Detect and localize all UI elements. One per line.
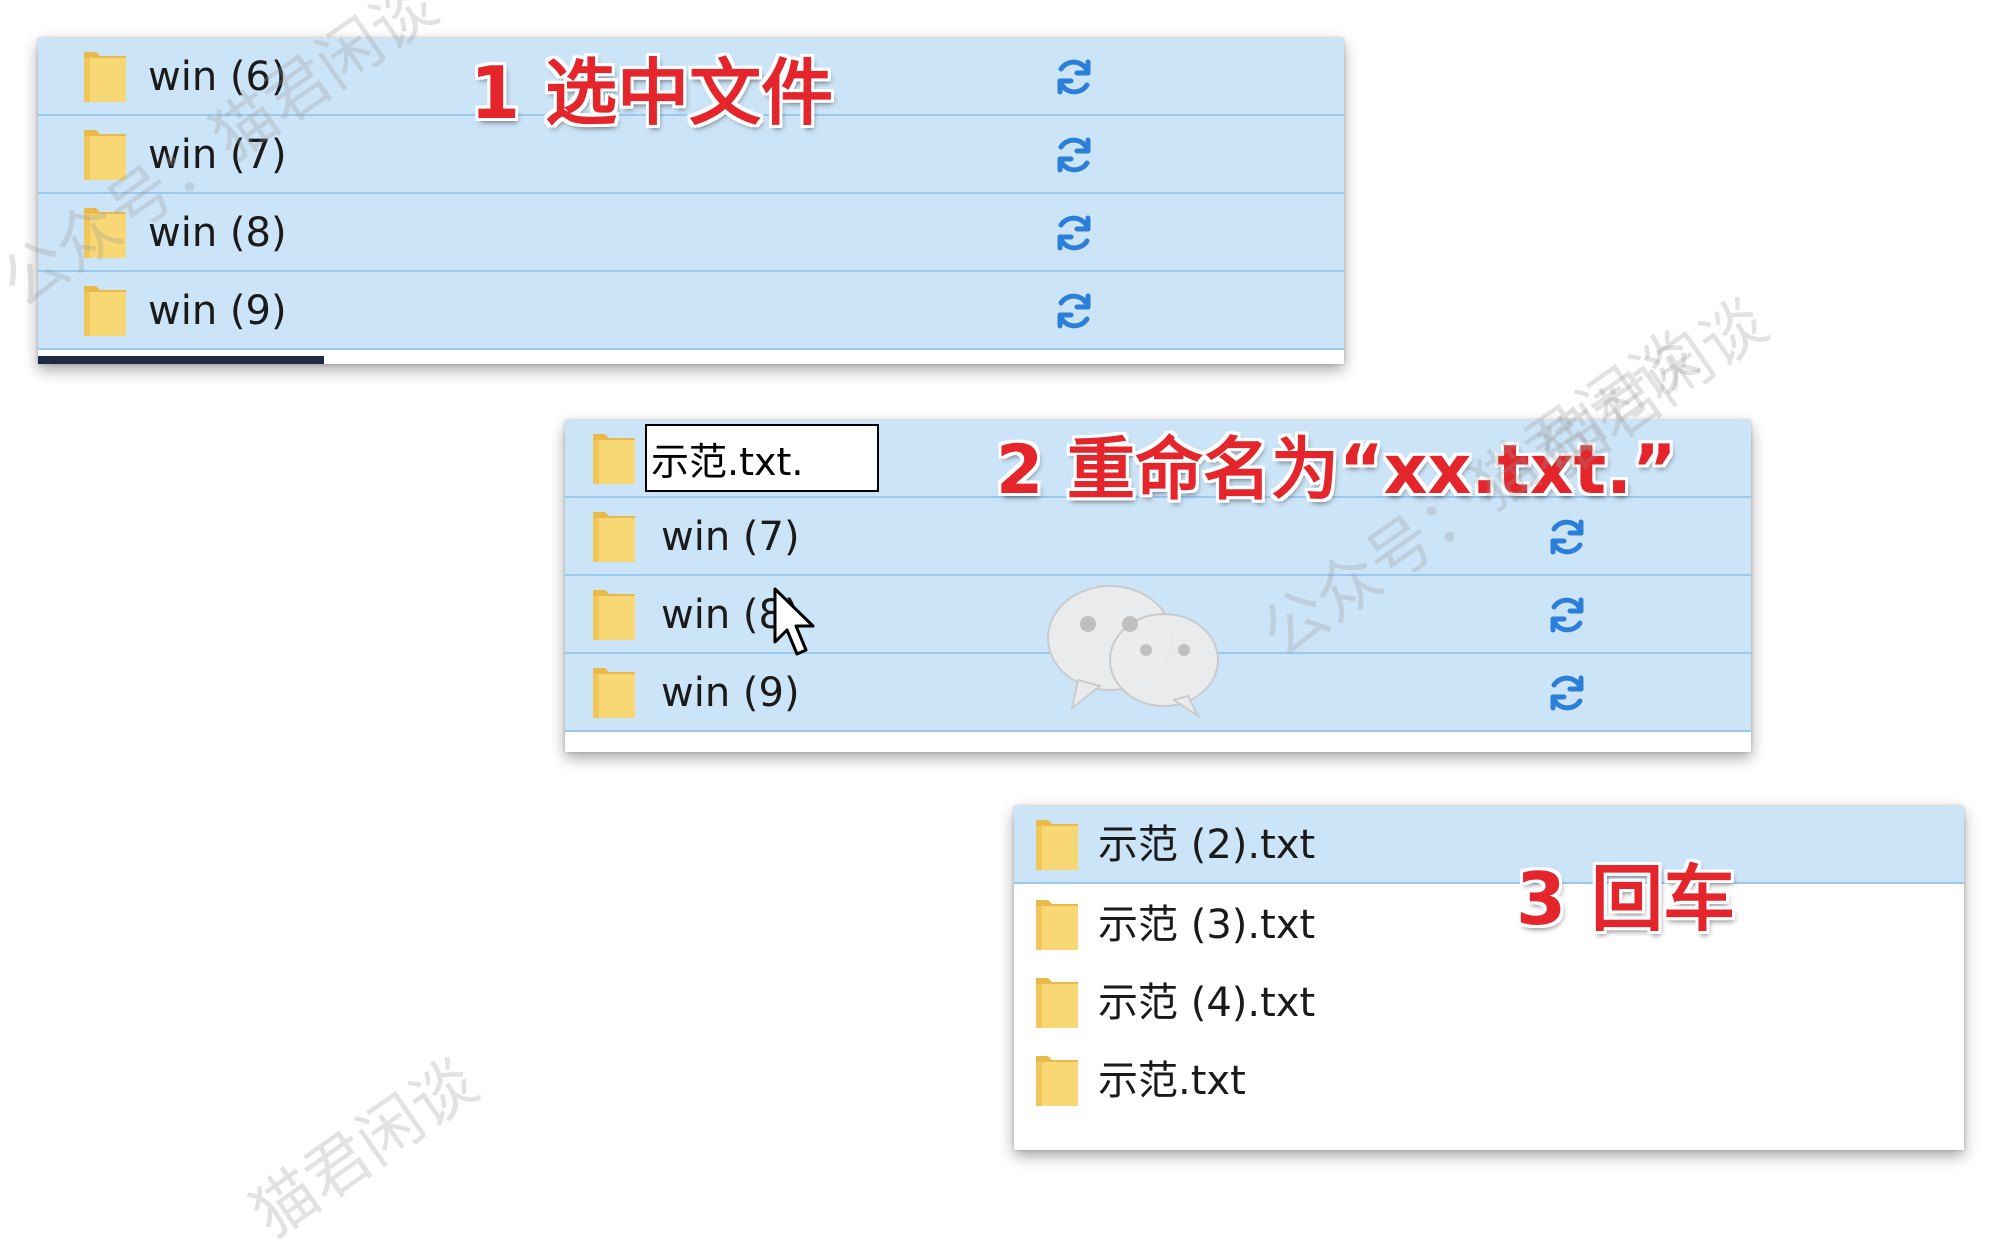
file-row[interactable]: 示范 (4).txt [1014,964,1964,1042]
sync-icon [1052,133,1096,177]
folder-icon [82,48,128,104]
file-name: 示范 (4).txt [1098,980,1316,1026]
file-list-panel-result: 示范 (2).txt 示范 (3).txt 示范 (4).txt 示范.txt [1014,806,1964,1150]
file-row[interactable]: 示范.txt [1014,1042,1964,1120]
mouse-cursor-icon [772,586,818,662]
step-3-callout: 3 回车 [1516,857,1736,941]
rename-input[interactable] [645,424,879,492]
file-row[interactable]: 示范 (2).txt [1014,806,1964,884]
file-name: 示范 (3).txt [1098,902,1316,948]
file-name: win (9) [661,670,800,716]
file-name: win (7) [661,514,800,560]
file-name: win (9) [148,288,287,334]
watermark: 猫君闲谈 [238,1045,491,1253]
folder-icon [591,430,637,486]
file-name: 示范 (2).txt [1098,822,1316,868]
step-1-callout: 1 选中文件 [470,51,834,135]
sync-icon [1052,289,1096,333]
sync-icon [1052,55,1096,99]
sync-icon [1545,671,1589,715]
status-bar-edge [38,356,324,364]
sync-icon [1052,211,1096,255]
folder-icon [82,282,128,338]
folder-icon [1034,974,1080,1030]
folder-icon [591,664,637,720]
folder-icon [591,508,637,564]
file-name: 示范.txt [1098,1058,1246,1104]
file-row[interactable]: win (8) [38,194,1344,272]
wechat-logo [1038,580,1228,724]
file-row[interactable]: win (9) [38,272,1344,350]
folder-icon [591,586,637,642]
folder-icon [1034,816,1080,872]
sync-icon [1545,593,1589,637]
file-row[interactable]: 示范 (3).txt [1014,886,1964,964]
folder-icon [1034,1052,1080,1108]
folder-icon [1034,896,1080,952]
sync-icon [1545,515,1589,559]
